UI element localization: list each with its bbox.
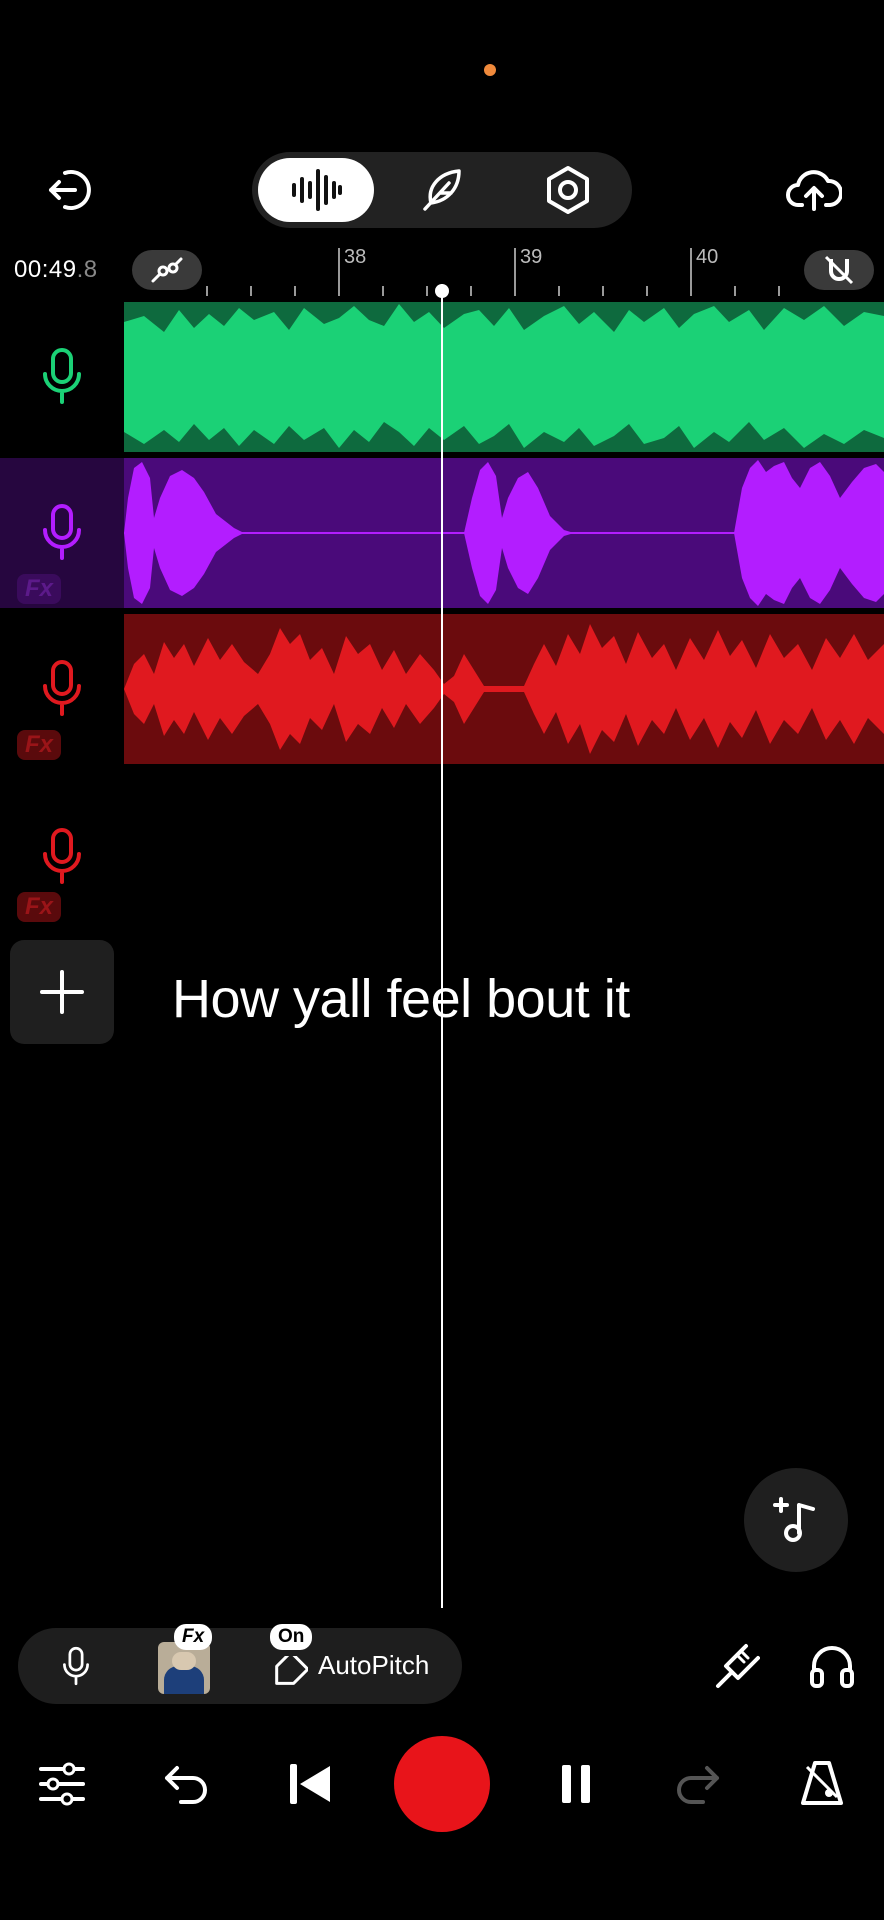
- time-main: 00:49: [14, 256, 77, 283]
- snap-toggle[interactable]: [804, 250, 874, 290]
- ruler-label-39: 39: [520, 246, 543, 268]
- undo-button[interactable]: [154, 1752, 218, 1816]
- exit-icon: [49, 170, 91, 210]
- fx-badge: Fx: [174, 1624, 213, 1650]
- track-4-fx-badge[interactable]: Fx: [17, 892, 61, 922]
- mixer-button[interactable]: [30, 1752, 94, 1816]
- playhead-handle[interactable]: [435, 284, 449, 298]
- tuning-fork-icon: [716, 1644, 760, 1688]
- skip-to-start-button[interactable]: [278, 1752, 342, 1816]
- ruler-label-40: 40: [696, 246, 719, 268]
- record-button[interactable]: [394, 1736, 490, 1832]
- pause-button[interactable]: [544, 1752, 608, 1816]
- track-2-clip[interactable]: [124, 458, 884, 608]
- add-music-note-icon: [773, 1497, 815, 1542]
- thumbnail-head: [172, 1652, 196, 1670]
- tab-settings[interactable]: [510, 152, 626, 228]
- tab-lyrics[interactable]: [384, 152, 500, 228]
- mic-icon: [63, 1646, 89, 1686]
- undo-icon: [165, 1766, 207, 1804]
- autopitch-on-badge: On: [270, 1624, 313, 1650]
- timeline-ruler[interactable]: 38 39 40: [124, 246, 884, 298]
- mic-icon: [43, 348, 81, 404]
- mic-icon: [43, 660, 81, 716]
- track-2-waveform: [124, 460, 884, 606]
- plus-icon: [40, 970, 84, 1014]
- track-2-header[interactable]: Fx: [0, 458, 124, 608]
- track-3-header[interactable]: Fx: [0, 614, 124, 764]
- view-switcher: [252, 152, 632, 228]
- upload-button[interactable]: [784, 160, 844, 220]
- track-3-clip[interactable]: [124, 614, 884, 764]
- autopitch-button[interactable]: [268, 1650, 310, 1693]
- add-track-button[interactable]: [10, 940, 114, 1044]
- metronome-button[interactable]: [790, 1752, 854, 1816]
- track-3-waveform: [124, 624, 884, 754]
- input-mic-button[interactable]: [48, 1638, 104, 1694]
- track-1-header[interactable]: [0, 302, 124, 452]
- skip-back-icon: [290, 1764, 330, 1804]
- video-caption: How yall feel bout it: [172, 969, 630, 1029]
- add-music-button[interactable]: [744, 1468, 848, 1572]
- metronome-off-icon: [801, 1761, 843, 1805]
- playhead[interactable]: [441, 284, 443, 1608]
- recording-indicator-dot: [484, 64, 496, 76]
- tag-icon: [275, 1650, 310, 1685]
- feather-icon: [423, 169, 461, 211]
- redo-button[interactable]: [666, 1752, 730, 1816]
- tuner-button[interactable]: [706, 1636, 766, 1696]
- redo-icon: [677, 1766, 719, 1804]
- autopitch-label[interactable]: AutoPitch: [318, 1650, 429, 1681]
- pause-icon: [562, 1765, 590, 1803]
- magnet-off-icon: [824, 255, 854, 285]
- ruler-label-38: 38: [344, 246, 367, 268]
- track-1-waveform: [124, 304, 884, 448]
- track-4-header[interactable]: Fx: [0, 770, 124, 922]
- track-1-clip[interactable]: [124, 302, 884, 452]
- mic-icon: [43, 828, 81, 884]
- tab-waveform[interactable]: [258, 152, 374, 228]
- exit-button[interactable]: [40, 160, 100, 220]
- monitor-button[interactable]: [802, 1636, 862, 1696]
- hex-nut-icon: [547, 166, 589, 214]
- waveform-icon: [292, 169, 342, 211]
- track-3-fx-badge[interactable]: Fx: [17, 730, 61, 760]
- cloud-upload-icon: [786, 170, 842, 211]
- input-chain-bar: Fx On AutoPitch: [18, 1624, 462, 1704]
- sliders-icon: [39, 1762, 85, 1806]
- headphones-icon: [810, 1646, 854, 1688]
- thumbnail-figure: [164, 1666, 204, 1694]
- track-2-fx-badge[interactable]: Fx: [17, 574, 61, 604]
- time-fraction: .8: [76, 256, 98, 283]
- mic-icon: [43, 504, 81, 560]
- time-readout: 00:49.8: [14, 256, 98, 284]
- ruler-ticks: [206, 248, 780, 296]
